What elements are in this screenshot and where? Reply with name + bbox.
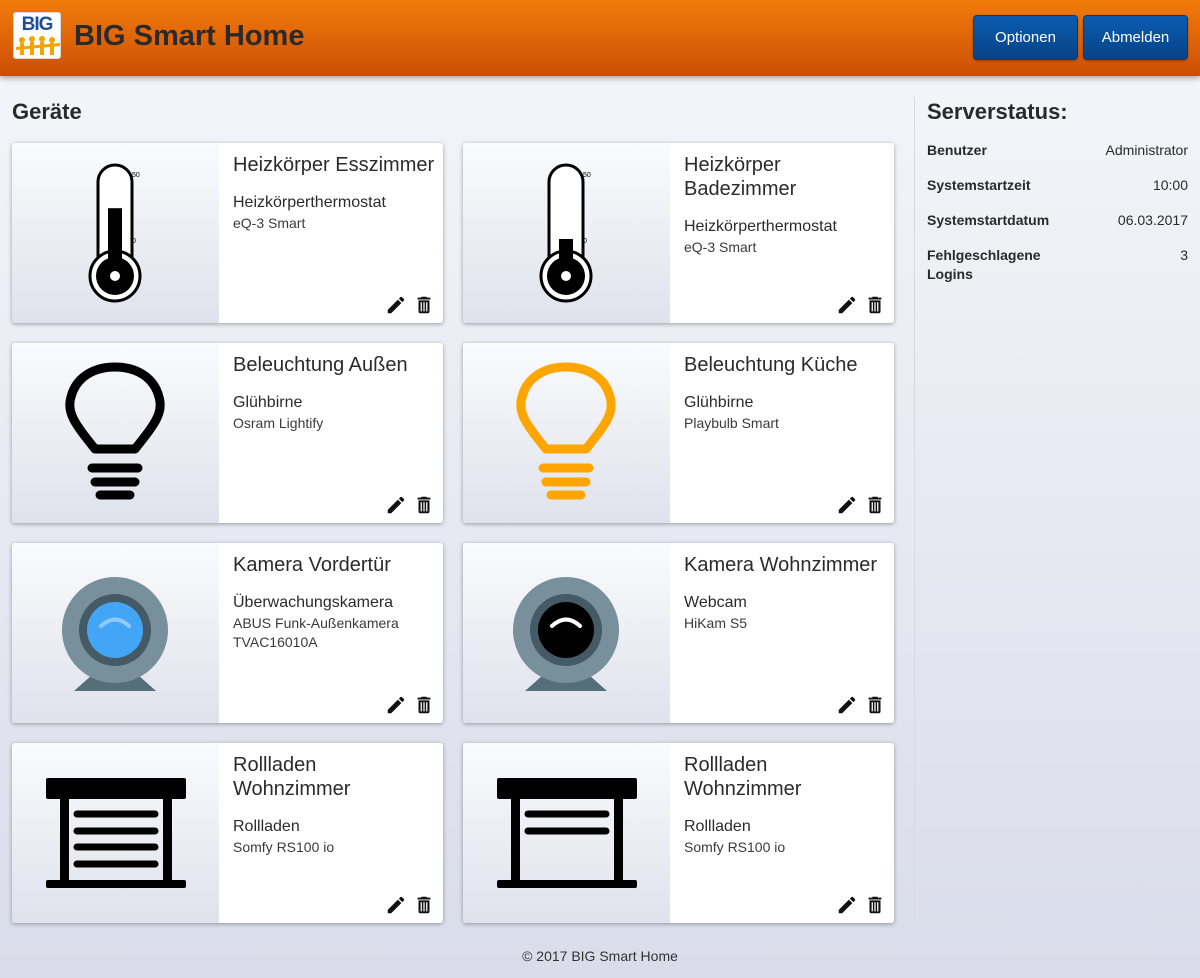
delete-icon[interactable] bbox=[413, 494, 435, 516]
device-type: Webcam bbox=[684, 594, 747, 611]
device-model: eQ-3 Smart bbox=[684, 239, 757, 255]
lightbulb-on-icon bbox=[516, 362, 616, 500]
scale-max-label: 50 bbox=[132, 172, 140, 179]
device-model: ABUS Funk-Außenkamera TVAC16010A bbox=[233, 615, 399, 650]
device-model: HiKam S5 bbox=[684, 615, 748, 631]
device-model: Playbulb Smart bbox=[684, 415, 779, 431]
logout-button[interactable]: Abmelden bbox=[1083, 15, 1188, 60]
device-type: Glühbirne bbox=[684, 394, 754, 411]
devices-title: Geräte bbox=[12, 99, 82, 124]
device-name: Rollladen Wohnzimmer bbox=[233, 754, 351, 800]
device-model: Osram Lightify bbox=[233, 415, 324, 431]
device-card[interactable]: 50 0 Heizkörper Esszimmer Heizkörperther… bbox=[12, 143, 443, 323]
delete-icon[interactable] bbox=[864, 894, 886, 916]
edit-icon[interactable] bbox=[836, 494, 858, 516]
edit-icon[interactable] bbox=[385, 894, 407, 916]
sidebar-divider bbox=[914, 97, 915, 922]
device-card[interactable]: Beleuchtung Küche Glühbirne Playbulb Sma… bbox=[463, 343, 894, 523]
edit-icon[interactable] bbox=[385, 494, 407, 516]
device-card[interactable]: Beleuchtung Außen Glühbirne Osram Lighti… bbox=[12, 343, 443, 523]
status-value-start-time: 10:00 bbox=[1152, 177, 1188, 193]
status-value-user: Administrator bbox=[1105, 142, 1188, 158]
device-type: Glühbirne bbox=[233, 394, 303, 411]
device-name: Kamera Vordertür bbox=[233, 554, 391, 576]
edit-icon[interactable] bbox=[385, 694, 407, 716]
device-type: Überwachungskamera bbox=[233, 594, 394, 611]
device-card[interactable]: Kamera Vordertür Überwachungskamera ABUS… bbox=[12, 543, 443, 723]
options-button[interactable]: Optionen bbox=[973, 15, 1078, 60]
scale-min-label: 0 bbox=[583, 238, 587, 245]
device-image: 50 0 bbox=[463, 143, 670, 323]
delete-icon[interactable] bbox=[864, 694, 886, 716]
device-image: 50 0 bbox=[12, 143, 219, 323]
device-model: Somfy RS100 io bbox=[684, 839, 786, 855]
scale-max-label: 50 bbox=[583, 172, 591, 179]
shutter-open-icon bbox=[497, 778, 637, 888]
thermometer-icon: 50 0 bbox=[88, 163, 142, 303]
delete-icon[interactable] bbox=[413, 694, 435, 716]
lightbulb-off-icon bbox=[65, 362, 165, 500]
device-card[interactable]: Rollladen Wohnzimmer Rollladen Somfy RS1… bbox=[463, 743, 894, 923]
device-type: Rollladen bbox=[684, 818, 751, 835]
status-value-start-date: 06.03.2017 bbox=[1117, 212, 1188, 228]
device-model: Somfy RS100 io bbox=[233, 839, 335, 855]
device-image bbox=[463, 743, 670, 923]
device-image bbox=[12, 343, 219, 523]
big-logo[interactable]: BIG bbox=[13, 12, 61, 59]
shutter-closed-icon bbox=[46, 778, 186, 888]
app-title: BIG Smart Home bbox=[74, 20, 305, 52]
device-image bbox=[12, 543, 219, 723]
webcam-icon bbox=[62, 577, 168, 691]
device-type: Heizkörperthermostat bbox=[684, 218, 837, 235]
device-image bbox=[463, 343, 670, 523]
edit-icon[interactable] bbox=[836, 294, 858, 316]
edit-icon[interactable] bbox=[385, 294, 407, 316]
delete-icon[interactable] bbox=[413, 894, 435, 916]
delete-icon[interactable] bbox=[864, 494, 886, 516]
delete-icon[interactable] bbox=[413, 294, 435, 316]
device-type: Heizkörperthermostat bbox=[233, 194, 386, 211]
device-type: Rollladen bbox=[233, 818, 300, 835]
server-status-title: Serverstatus: bbox=[927, 99, 1068, 124]
device-card[interactable]: Rollladen Wohnzimmer Rollladen Somfy RS1… bbox=[12, 743, 443, 923]
scale-min-label: 0 bbox=[132, 238, 136, 245]
status-value-failed-logins: 3 bbox=[1180, 247, 1188, 263]
device-name: Heizkörper Badezimmer bbox=[684, 154, 797, 200]
footer-copyright: © 2017 BIG Smart Home bbox=[522, 948, 678, 964]
device-image bbox=[12, 743, 219, 923]
device-name: Beleuchtung Küche bbox=[684, 354, 858, 376]
edit-icon[interactable] bbox=[836, 694, 858, 716]
top-bar: BIG BIG Smart Home Optionen Abmelden bbox=[0, 0, 1200, 76]
device-name: Rollladen Wohnzimmer bbox=[684, 754, 802, 800]
device-name: Kamera Wohnzimmer bbox=[684, 554, 878, 576]
device-card[interactable]: 50 0 Heizkörper Badezimmer Heizkörperthe… bbox=[463, 143, 894, 323]
webcam-icon bbox=[513, 577, 619, 691]
thermometer-icon: 50 0 bbox=[539, 163, 593, 303]
edit-icon[interactable] bbox=[836, 894, 858, 916]
device-name: Heizkörper Esszimmer bbox=[233, 154, 435, 176]
device-name: Beleuchtung Außen bbox=[233, 354, 408, 376]
device-image bbox=[463, 543, 670, 723]
device-card[interactable]: Kamera Wohnzimmer Webcam HiKam S5 bbox=[463, 543, 894, 723]
delete-icon[interactable] bbox=[864, 294, 886, 316]
logo-figures-icon bbox=[16, 36, 60, 55]
device-model: eQ-3 Smart bbox=[233, 215, 306, 231]
